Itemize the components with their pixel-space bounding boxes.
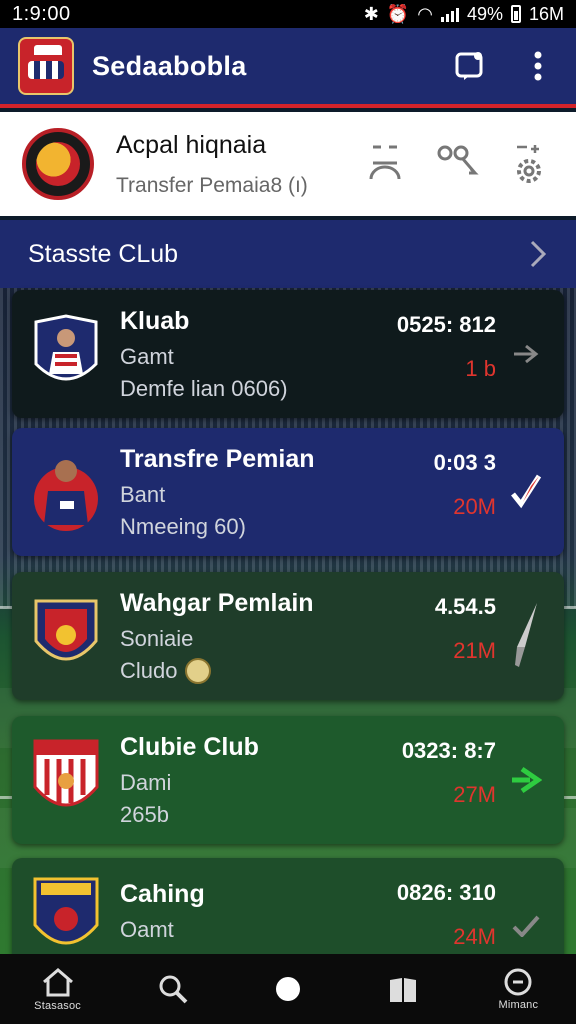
arrow-action-button[interactable] xyxy=(506,334,546,374)
item-title: Wahgar Pemlain xyxy=(120,588,314,617)
nav-center[interactable] xyxy=(243,954,333,1024)
item-subtitle: Soniaie xyxy=(120,625,194,651)
item-amount: 24M xyxy=(453,924,496,949)
nav-library[interactable] xyxy=(358,954,448,1024)
item-subtitle: Oamt xyxy=(120,917,174,942)
list-item[interactable]: Transfre Pemian Bant Nmeeing 60) 0:03 3 … xyxy=(12,428,564,556)
club-logo-icon xyxy=(18,37,74,95)
battery-icon xyxy=(510,5,521,23)
item-amount: 1 b xyxy=(465,356,496,381)
profile-card[interactable]: Acpal hiqnaia Transfer Pemaia8 (ı) xyxy=(0,112,576,216)
data-indicator: 16M xyxy=(528,3,564,24)
chat-button[interactable] xyxy=(450,46,490,86)
alarm-icon: ⏰ xyxy=(386,3,410,24)
list-item[interactable]: Clubie Club Dami 265b 0323: 8:7 27M xyxy=(12,716,564,844)
book-icon xyxy=(390,978,417,1002)
dot-icon xyxy=(275,977,300,1001)
search-icon xyxy=(159,975,188,1004)
arrow-right-icon xyxy=(512,766,542,794)
section-label: Stasste CLub xyxy=(28,239,179,268)
chevron-right-icon xyxy=(530,240,547,268)
signal-icon xyxy=(440,6,459,22)
battery-percent: 49% xyxy=(466,3,503,24)
edit-action-button[interactable] xyxy=(506,603,546,667)
player-crest-icon xyxy=(30,449,102,535)
item-value: 0525: 812 xyxy=(396,312,496,337)
bottom-navigation: Stasasoc Mimanc xyxy=(0,954,576,1024)
app-bar: Sedaabobla xyxy=(0,28,576,108)
item-amount: 20M xyxy=(453,494,496,519)
item-value: 0:03 3 xyxy=(433,450,496,475)
chat-icon xyxy=(455,52,483,80)
check-icon xyxy=(512,915,540,937)
item-detail: Cludo xyxy=(120,657,376,684)
avatar xyxy=(22,128,94,200)
player-crest-icon xyxy=(30,311,102,397)
nav-home[interactable]: Stasasoc xyxy=(13,954,103,1024)
check-icon xyxy=(511,474,542,509)
transfer-button[interactable] xyxy=(360,134,410,194)
circle-icon xyxy=(504,968,532,996)
check-action-button[interactable] xyxy=(506,906,546,946)
item-value: 0323: 8:7 xyxy=(401,738,496,763)
item-title: Transfre Pemian xyxy=(120,444,315,473)
club-crest-icon xyxy=(30,872,102,958)
item-amount: 21M xyxy=(453,638,496,663)
item-amount: 27M xyxy=(453,782,496,807)
nav-search[interactable] xyxy=(128,954,218,1024)
gear-icon xyxy=(517,145,541,183)
nav-home-label: Stasasoc xyxy=(34,1000,82,1012)
coin-icon xyxy=(185,657,212,684)
app-title: Sedaabobla xyxy=(92,50,247,81)
nav-menu[interactable]: Mimanc xyxy=(473,954,563,1024)
item-title: Cahing xyxy=(120,880,205,908)
scout-button[interactable] xyxy=(432,134,482,194)
list-item[interactable]: Wahgar Pemlain Soniaie Cludo 4.54.5 21M xyxy=(12,572,564,700)
settings-button[interactable] xyxy=(504,134,554,194)
status-bar: 1:9:00 ✱ ⏰ ◠ 49% 16M xyxy=(0,0,576,28)
item-subtitle: Bant xyxy=(120,481,166,507)
profile-subtitle: Transfer Pemaia8 (ı) xyxy=(116,173,308,197)
more-menu-button[interactable] xyxy=(518,46,558,86)
list-item[interactable]: Cahing Oamt 0826: 310 24M xyxy=(12,858,564,958)
list-item[interactable]: Kluab Gamt Demfe lian 0606) 0525: 812 1 … xyxy=(12,290,564,418)
club-crest-icon xyxy=(30,593,102,679)
bluetooth-icon: ✱ xyxy=(363,3,379,24)
item-detail: 265b xyxy=(120,801,169,827)
knife-icon xyxy=(515,603,537,667)
key-icon xyxy=(437,145,479,175)
check-action-button[interactable] xyxy=(506,472,546,512)
item-subtitle: Dami xyxy=(120,769,172,795)
status-time: 1:9:00 xyxy=(12,2,71,25)
more-vert-icon xyxy=(534,51,542,81)
forward-action-button[interactable] xyxy=(506,760,546,800)
wifi-icon: ◠ xyxy=(417,3,433,24)
transfer-icon xyxy=(369,145,401,180)
item-subtitle: Gamt xyxy=(120,343,174,369)
item-value: 4.54.5 xyxy=(434,594,496,619)
item-detail: Demfe lian 0606) xyxy=(120,375,288,401)
profile-name: Acpal hiqnaia xyxy=(116,130,267,159)
club-section-header[interactable]: Stasste CLub xyxy=(0,220,576,288)
item-value: 0826: 310 xyxy=(396,880,496,905)
arrow-right-icon xyxy=(514,344,539,364)
nav-menu-label: Mimanc xyxy=(498,999,539,1011)
home-icon xyxy=(42,968,73,997)
item-detail-label: Cludo xyxy=(120,657,178,683)
item-title: Clubie Club xyxy=(120,732,259,761)
club-crest-icon xyxy=(30,737,102,823)
item-detail: Nmeeing 60) xyxy=(120,513,246,539)
item-title: Kluab xyxy=(120,306,190,335)
